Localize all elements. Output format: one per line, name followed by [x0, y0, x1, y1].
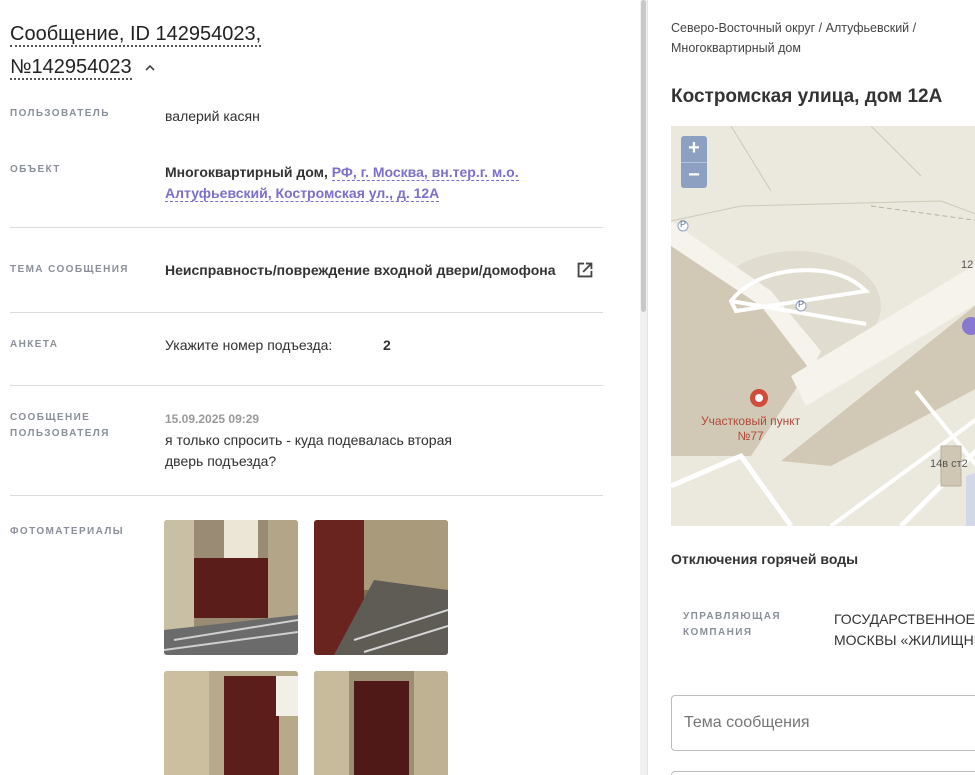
divider	[10, 227, 603, 228]
photo-thumbnail[interactable]	[164, 671, 298, 775]
parking-icon: P	[680, 219, 687, 229]
chevron-up-icon[interactable]	[145, 63, 155, 73]
divider	[10, 312, 603, 313]
map-poi-label[interactable]: Участковый пункт №77	[701, 414, 800, 444]
survey-label: АНКЕТА	[10, 339, 59, 350]
parking-icon: P	[798, 299, 805, 309]
company-value-line1: ГОСУДАРСТВЕННОЕ Б	[834, 611, 975, 627]
divider	[10, 495, 603, 496]
next-form-field[interactable]	[671, 771, 975, 775]
object-sidebar: Северо-Восточный округ / Алтуфьевский / …	[648, 0, 975, 775]
breadcrumb-line2: Многоквартирный дом	[671, 41, 801, 55]
scrollbar-thumb[interactable]	[641, 0, 646, 312]
object-type: Многоквартирный дом,	[165, 164, 328, 180]
map-poi-line1: Участковый пункт	[701, 414, 801, 428]
message-text-line1: я только спросить - куда подевалась втор…	[165, 432, 452, 448]
map-house-number: 12	[961, 259, 974, 271]
title-line2: №142954023	[10, 56, 132, 80]
hot-water-outages-link[interactable]: Отключения горячей воды	[671, 551, 858, 567]
topic-value: Неисправность/повреждение входной двери/…	[165, 262, 556, 278]
photo-thumbnail[interactable]	[164, 520, 298, 655]
topic-label: ТЕМА СООБЩЕНИЯ	[10, 264, 129, 275]
message-label: СООБЩЕНИЕ ПОЛЬЗОВАТЕЛЯ	[10, 410, 110, 442]
photo-thumbnail[interactable]	[314, 520, 448, 655]
message-label-line2: ПОЛЬЗОВАТЕЛЯ	[10, 428, 110, 439]
survey-answer: 2	[383, 337, 391, 353]
map[interactable]: + − P P Участковый пункт №77 12 14в ст2	[671, 126, 975, 526]
title-line1: Сообщение, ID 142954023,	[10, 23, 262, 47]
user-label: ПОЛЬЗОВАТЕЛЬ	[10, 108, 110, 119]
page-title: Сообщение, ID 142954023, №142954023	[10, 18, 310, 84]
message-date: 15.09.2025 09:29	[165, 412, 260, 426]
object-value: Многоквартирный дом, РФ, г. Москва, вн.т…	[165, 162, 605, 204]
photos-label: ФОТОМАТЕРИАЛЫ	[10, 526, 124, 537]
object-label: ОБЪЕКТ	[10, 164, 61, 175]
breadcrumb-line1: Северо-Восточный округ / Алтуфьевский /	[671, 21, 917, 35]
zoom-in-button[interactable]: +	[681, 136, 707, 162]
map-zoom-controls: + −	[681, 136, 707, 188]
message-label-line1: СООБЩЕНИЕ	[10, 412, 91, 423]
company-label-line1: УПРАВЛЯЮЩАЯ	[683, 611, 781, 622]
management-company-label: УПРАВЛЯЮЩАЯ КОМПАНИЯ	[683, 609, 781, 641]
address-title: Костромская улица, дом 12А	[671, 86, 943, 107]
message-topic-input[interactable]	[671, 695, 975, 751]
message-text: я только спросить - куда подевалась втор…	[165, 430, 452, 472]
company-value-line2: МОСКВЫ «ЖИЛИЩНИ	[834, 632, 975, 648]
divider	[10, 385, 603, 386]
user-value: валерий касян	[165, 108, 260, 124]
company-label-line2: КОМПАНИЯ	[683, 627, 753, 638]
open-external-icon[interactable]	[574, 259, 596, 281]
map-house-number: 14в ст2	[930, 458, 968, 470]
survey-question: Укажите номер подъезда:	[165, 337, 333, 353]
map-poi-line2: №77	[737, 429, 764, 443]
breadcrumb: Северо-Восточный округ / Алтуфьевский / …	[671, 18, 971, 58]
message-details-panel: Сообщение, ID 142954023, №142954023 ПОЛЬ…	[0, 0, 640, 775]
message-text-line2: дверь подъезда?	[165, 453, 277, 469]
photo-thumbnail[interactable]	[314, 671, 448, 775]
zoom-out-button[interactable]: −	[681, 162, 707, 188]
management-company-value: ГОСУДАРСТВЕННОЕ Б МОСКВЫ «ЖИЛИЩНИ	[834, 609, 975, 651]
